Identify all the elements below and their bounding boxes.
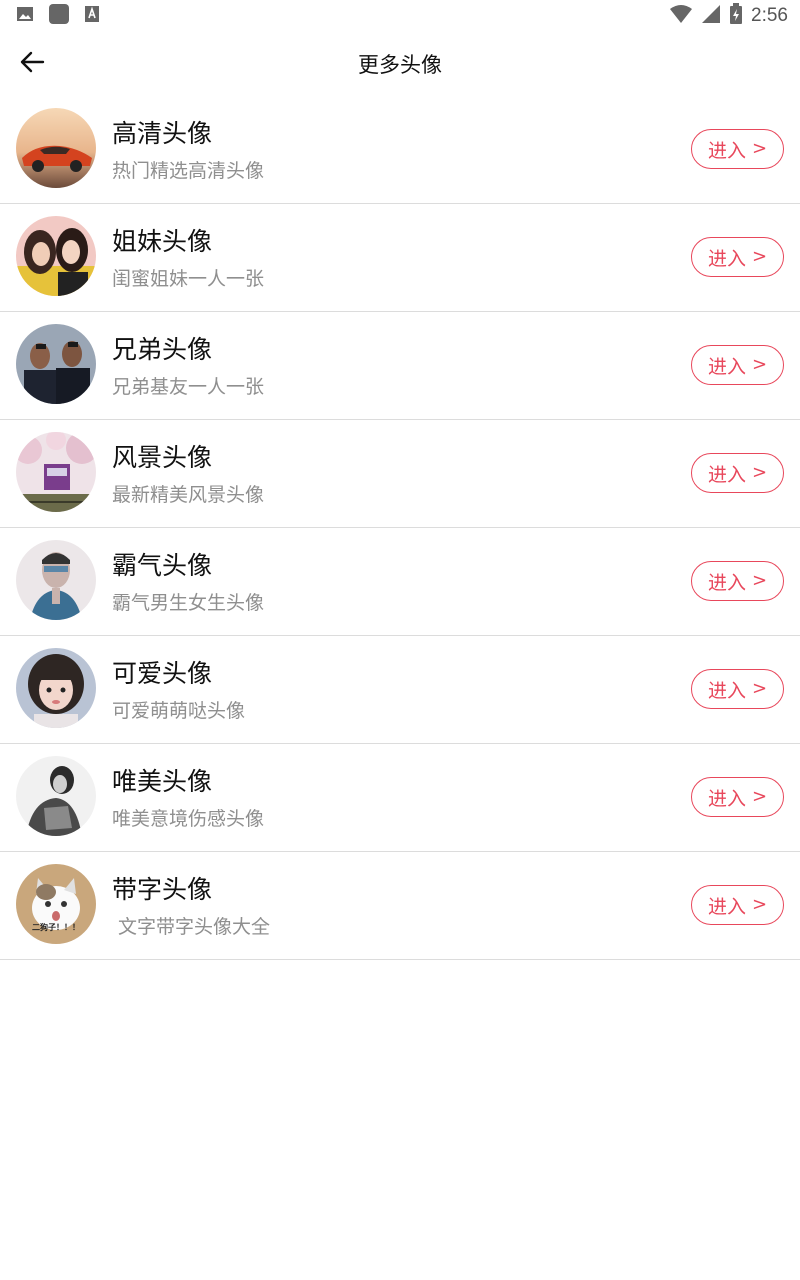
enter-button-label: 进入: [707, 355, 746, 378]
category-subtitle: 闺蜜姐妹一人一张: [112, 268, 265, 290]
category-subtitle: 唯美意境伤感头像: [112, 808, 265, 830]
enter-button-label: 进入: [707, 571, 746, 594]
enter-button[interactable]: 进入 >: [691, 885, 784, 925]
category-title: 可爱头像: [112, 659, 213, 688]
chevron-right-icon: >: [751, 786, 768, 807]
enter-button-label: 进入: [707, 895, 746, 918]
category-title: 唯美头像: [112, 767, 213, 796]
image-icon: [16, 5, 34, 27]
list-item[interactable]: 风景头像 最新精美风景头像 进入 >: [0, 420, 800, 528]
page-title: 更多头像: [358, 53, 442, 77]
cell-signal-icon: [701, 4, 721, 28]
list-item[interactable]: 唯美头像 唯美意境伤感头像 进入 >: [0, 744, 800, 852]
category-title: 风景头像: [112, 443, 213, 472]
enter-button-label: 进入: [707, 679, 746, 702]
category-subtitle: 文字带字头像大全: [112, 916, 271, 938]
chevron-right-icon: >: [751, 678, 768, 699]
font-a-icon: [84, 5, 100, 27]
two-men-avatar: [16, 324, 96, 404]
enter-button[interactable]: 进入 >: [691, 669, 784, 709]
app-toolbar: 更多头像: [0, 32, 800, 96]
status-time: 2:56: [751, 5, 788, 26]
category-subtitle: 最新精美风景头像: [112, 484, 265, 506]
category-title: 姐妹头像: [112, 227, 213, 256]
status-bar: 2:56: [0, 0, 800, 32]
enter-button-label: 进入: [707, 139, 746, 162]
chevron-right-icon: >: [751, 570, 768, 591]
chevron-right-icon: >: [751, 138, 768, 159]
chevron-right-icon: >: [751, 894, 768, 915]
category-title: 高清头像: [112, 119, 213, 148]
enter-button[interactable]: 进入 >: [691, 777, 784, 817]
chevron-right-icon: >: [751, 354, 768, 375]
cat-with-text-avatar: 二狗子！！！: [16, 864, 96, 944]
list-item[interactable]: 姐妹头像 闺蜜姐妹一人一张 进入 >: [0, 204, 800, 312]
chevron-right-icon: >: [751, 246, 768, 267]
app-square-icon: [48, 3, 70, 29]
enter-button-label: 进入: [707, 463, 746, 486]
list-item[interactable]: 可爱头像 可爱萌萌哒头像 进入 >: [0, 636, 800, 744]
two-girls-avatar: [16, 216, 96, 296]
category-title: 霸气头像: [112, 551, 213, 580]
cool-man-avatar: [16, 540, 96, 620]
list-item[interactable]: 二狗子！！！ 带字头像 文字带字头像大全 进入 >: [0, 852, 800, 960]
enter-button-label: 进入: [707, 247, 746, 270]
avatar-category-list: 高清头像 热门精选高清头像 进入 > 姐妹头像 闺蜜姐妹一人一张 进入 > 兄弟…: [0, 96, 800, 960]
list-item[interactable]: 高清头像 热门精选高清头像 进入 >: [0, 96, 800, 204]
enter-button[interactable]: 进入 >: [691, 345, 784, 385]
enter-button[interactable]: 进入 >: [691, 129, 784, 169]
monochrome-girl-avatar: [16, 756, 96, 836]
chevron-right-icon: >: [751, 462, 768, 483]
category-subtitle: 霸气男生女生头像: [112, 592, 265, 614]
enter-button[interactable]: 进入 >: [691, 561, 784, 601]
category-title: 带字头像: [112, 875, 213, 904]
back-button[interactable]: [8, 40, 56, 88]
cherry-blossom-train-avatar: [16, 432, 96, 512]
cute-girl-avatar: [16, 648, 96, 728]
category-title: 兄弟头像: [112, 335, 213, 364]
enter-button[interactable]: 进入 >: [691, 453, 784, 493]
category-subtitle: 可爱萌萌哒头像: [112, 700, 246, 722]
arrow-left-icon: [19, 49, 45, 79]
category-subtitle: 热门精选高清头像: [112, 160, 265, 182]
battery-charging-icon: [729, 3, 743, 29]
category-subtitle: 兄弟基友一人一张: [112, 376, 265, 398]
enter-button[interactable]: 进入 >: [691, 237, 784, 277]
list-item[interactable]: 兄弟头像 兄弟基友一人一张 进入 >: [0, 312, 800, 420]
list-item[interactable]: 霸气头像 霸气男生女生头像 进入 >: [0, 528, 800, 636]
sports-car-avatar: [16, 108, 96, 188]
wifi-icon: [669, 4, 693, 28]
avatar-caption: 二狗子！！！: [32, 922, 80, 932]
enter-button-label: 进入: [707, 787, 746, 810]
